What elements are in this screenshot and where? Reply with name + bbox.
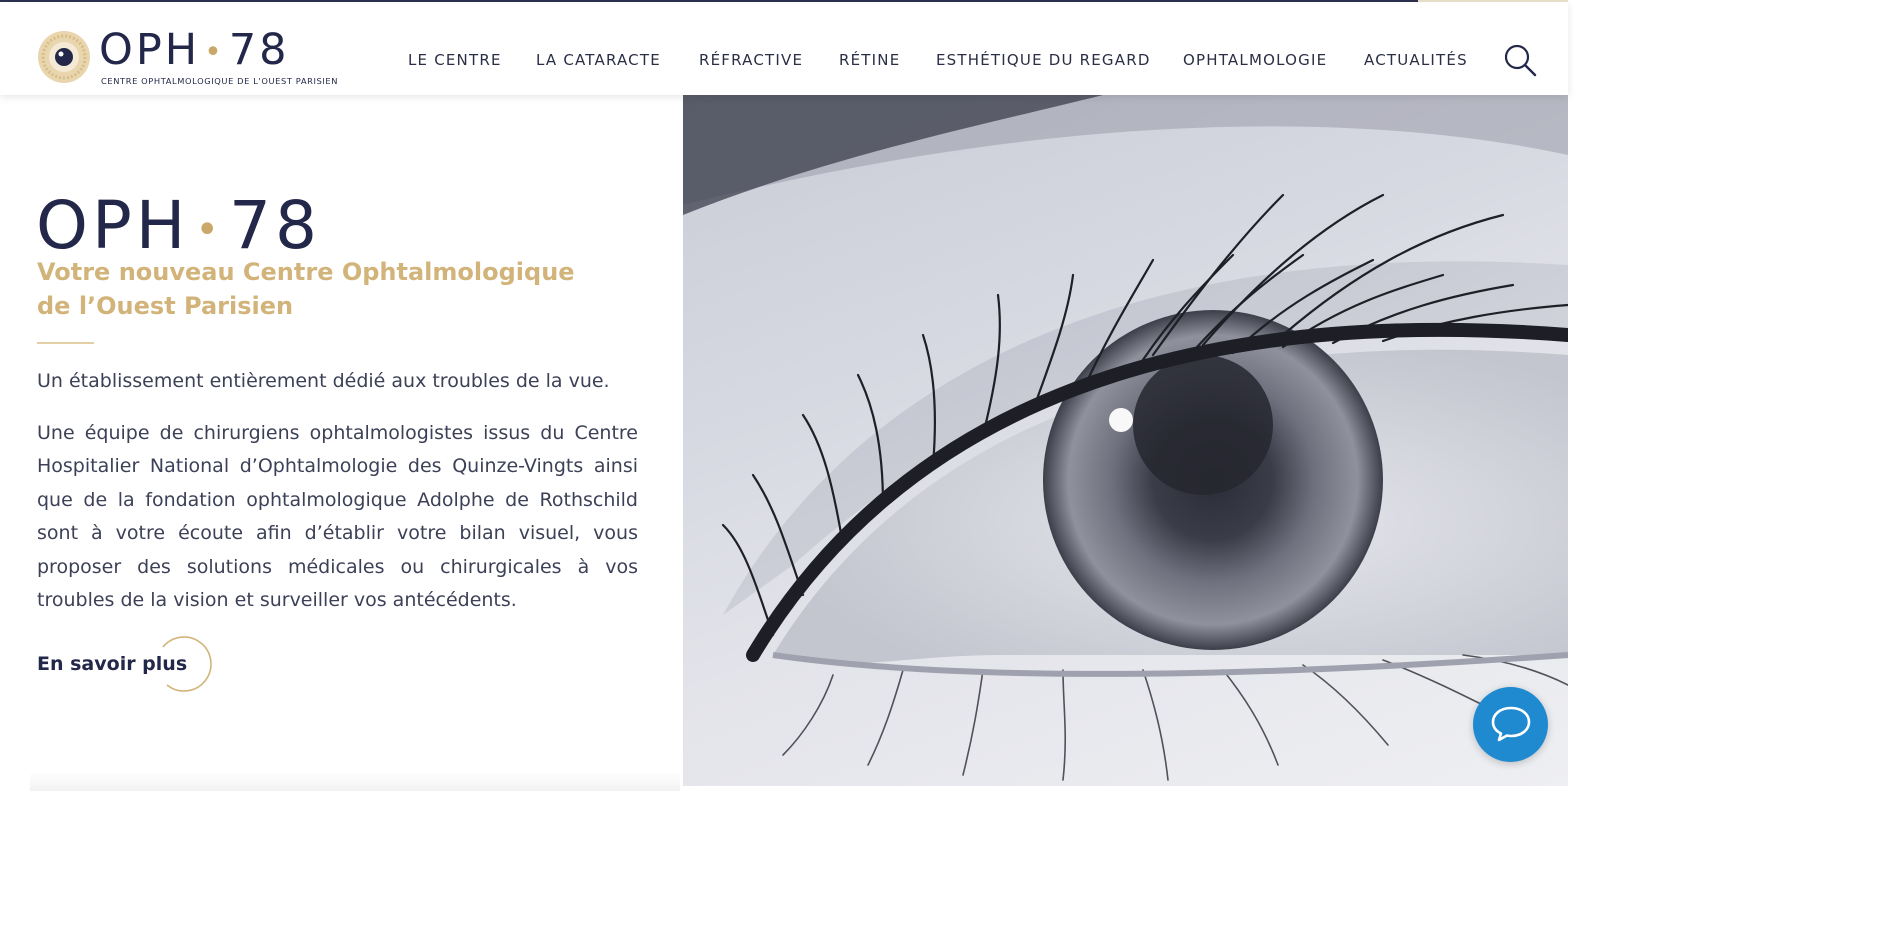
eye-photo-illustration <box>683 95 1568 781</box>
en-savoir-plus-button[interactable]: En savoir plus <box>37 635 217 695</box>
chat-button[interactable] <box>1473 687 1548 762</box>
hero-text-panel: OPH •78 Votre nouveau Centre Ophtalmologi… <box>0 95 683 791</box>
nav-item-le-centre[interactable]: LE CENTRE <box>408 51 502 69</box>
site-header: OPH •78 CENTRE OPHTALMOLOGIQUE DE L'OUEST… <box>0 2 1568 95</box>
nav-item-refractive[interactable]: RÉFRACTIVE <box>699 51 803 69</box>
hero-subtitle: Votre nouveau Centre Ophtalmologique de … <box>37 258 575 320</box>
hero-description: Une équipe de chirurgiens ophtalmologist… <box>37 422 638 612</box>
cta-label: En savoir plus <box>37 653 188 675</box>
nav-item-actualites[interactable]: ACTUALITÉS <box>1364 51 1468 69</box>
logo-tagline: CENTRE OPHTALMOLOGIQUE DE L'OUEST PARISI… <box>101 76 339 86</box>
hero-intro: Un établissement entièrement dédié aux t… <box>37 370 610 392</box>
hero-eye-image <box>683 95 1568 786</box>
nav-item-retine[interactable]: RÉTINE <box>839 51 900 69</box>
chat-bubble-icon <box>1491 706 1531 742</box>
nav-item-ophtalmologie[interactable]: OPHTALMOLOGIE <box>1183 51 1327 69</box>
hero-brand-wordmark: OPH •78 <box>36 187 321 264</box>
nav-item-esthetique-du-regard[interactable]: ESTHÉTIQUE DU REGARD <box>936 51 1151 69</box>
search-icon[interactable] <box>1503 43 1537 77</box>
nav-item-la-cataracte[interactable]: LA CATARACTE <box>536 51 661 69</box>
gold-divider <box>37 342 94 344</box>
main-nav: LE CENTRE LA CATARACTE RÉFRACTIVE RÉTINE… <box>0 51 1568 71</box>
